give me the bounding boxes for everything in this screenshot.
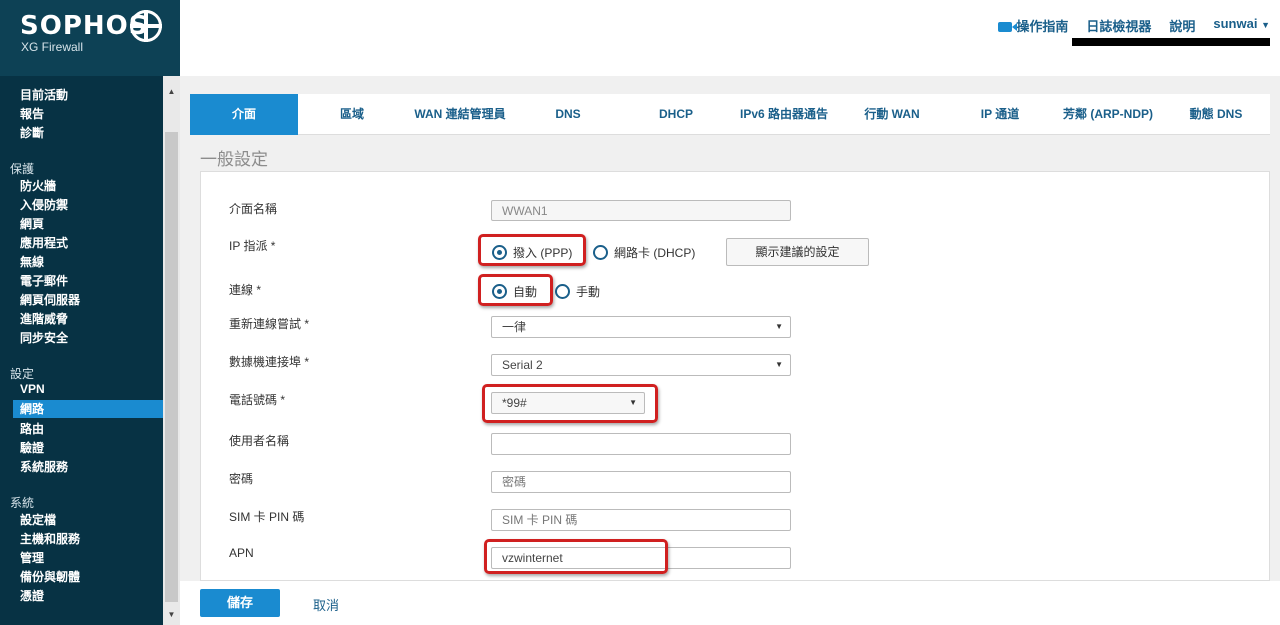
reconnect-select[interactable]: 一律 — [491, 316, 791, 338]
sidebar-item-synchronized-security[interactable]: 同步安全 — [20, 329, 68, 346]
ip-assignment-label: IP 指派 * — [229, 239, 276, 253]
password-label: 密碼 — [229, 472, 254, 486]
help-link[interactable]: 說明 — [1169, 16, 1195, 35]
tab-dns[interactable]: DNS — [514, 94, 622, 135]
sidebar-item-email[interactable]: 電子郵件 — [20, 272, 68, 289]
show-suggested-settings-button[interactable]: 顯示建議的設定 — [726, 238, 869, 266]
tab-ip-tunnels[interactable]: IP 通道 — [946, 94, 1054, 135]
footer-bar — [180, 581, 1280, 625]
tab-wan-link-manager[interactable]: WAN 連結管理員 — [406, 94, 514, 135]
sidebar-item-backup-firmware[interactable]: 備份與韌體 — [20, 568, 80, 585]
tab-ipv6-router-advertisement[interactable]: IPv6 路由器通告 — [730, 94, 838, 135]
phone-number-label: 電話號碼 * — [229, 393, 286, 407]
tab-zones[interactable]: 區域 — [298, 94, 406, 135]
cancel-button[interactable]: 取消 — [313, 595, 339, 614]
sidebar-group-configure: 設定 — [10, 367, 35, 381]
sidebar-nav: 目前活動 報告 診斷 保護 防火牆 入侵防禦 網頁 應用程式 無線 電子郵件 網… — [0, 76, 163, 625]
interface-name-label: 介面名稱 — [229, 202, 278, 216]
sim-pin-field[interactable]: SIM 卡 PIN 碼 — [491, 509, 791, 531]
password-field[interactable]: 密碼 — [491, 471, 791, 493]
scrollbar-thumb[interactable] — [165, 132, 178, 602]
connection-manual-radio[interactable]: 手動 — [555, 283, 600, 300]
modem-port-label: 數據機連接埠 * — [229, 355, 310, 369]
apn-label: APN — [229, 546, 254, 560]
sidebar-item-administration[interactable]: 管理 — [20, 549, 44, 566]
sidebar-item-authentication[interactable]: 驗證 — [20, 439, 44, 456]
highlight-apn — [484, 539, 668, 574]
sidebar-item-profiles[interactable]: 設定檔 — [20, 511, 56, 528]
interface-name-field: WWAN1 — [491, 200, 791, 221]
user-menu[interactable]: sunwai ▼ — [1213, 16, 1270, 35]
video-camera-icon — [998, 22, 1018, 32]
sidebar-item-applications[interactable]: 應用程式 — [20, 234, 68, 251]
sidebar-item-wireless[interactable]: 無線 — [20, 253, 44, 270]
save-button[interactable]: 儲存 — [200, 589, 280, 617]
connection-label: 連線 * — [229, 283, 262, 297]
tab-cellular-wan[interactable]: 行動 WAN — [838, 94, 946, 135]
sidebar-item-certificates[interactable]: 憑證 — [20, 587, 44, 604]
globe-icon — [130, 10, 162, 42]
username-field[interactable] — [491, 433, 791, 455]
sim-pin-label: SIM 卡 PIN 碼 — [229, 510, 305, 524]
tab-dhcp[interactable]: DHCP — [622, 94, 730, 135]
sidebar-item-web[interactable]: 網頁 — [20, 215, 44, 232]
highlight-ppp — [478, 234, 586, 266]
how-to-guide-link[interactable]: 操作指南 — [998, 16, 1068, 35]
sidebar-group-system: 系統 — [10, 496, 35, 510]
sidebar-item-ips[interactable]: 入侵防禦 — [20, 196, 68, 213]
scroll-up-icon[interactable]: ▲ — [163, 84, 180, 100]
highlight-phone — [482, 384, 658, 423]
sidebar-item-routing[interactable]: 路由 — [20, 420, 44, 437]
ip-assignment-dhcp-radio[interactable]: 網路卡 (DHCP) — [593, 244, 695, 261]
sidebar-item-firewall[interactable]: 防火牆 — [20, 177, 56, 194]
redaction-bar — [1072, 38, 1270, 46]
tab-dynamic-dns[interactable]: 動態 DNS — [1162, 94, 1270, 135]
username-label: 使用者名稱 — [229, 434, 290, 448]
radio-unselected-icon — [593, 245, 608, 260]
sidebar-item-hosts-services[interactable]: 主機和服務 — [20, 530, 80, 547]
tab-interfaces[interactable]: 介面 — [190, 94, 298, 135]
sidebar-item-current-activity[interactable]: 目前活動 — [20, 86, 68, 103]
section-title: 一般設定 — [200, 150, 268, 169]
scroll-down-icon[interactable]: ▼ — [163, 607, 180, 623]
caret-down-icon: ▼ — [1261, 20, 1270, 30]
modem-port-select[interactable]: Serial 2 — [491, 354, 791, 376]
brand-header: SOPHOS XG Firewall — [0, 0, 180, 76]
radio-unselected-icon — [555, 284, 570, 299]
top-bar: 操作指南 日誌檢視器 說明 sunwai ▼ — [180, 0, 1280, 76]
sidebar-item-diagnostics[interactable]: 診斷 — [20, 124, 44, 141]
sidebar-item-network[interactable]: 網路 — [13, 400, 163, 418]
product-name: XG Firewall — [21, 40, 84, 54]
log-viewer-link[interactable]: 日誌檢視器 — [1086, 16, 1151, 35]
highlight-auto — [478, 274, 553, 306]
sidebar: SOPHOS XG Firewall 目前活動 報告 診斷 保護 防火牆 入侵防… — [0, 0, 180, 625]
sidebar-item-vpn[interactable]: VPN — [20, 382, 45, 396]
reconnect-label: 重新連線嘗試 * — [229, 317, 310, 331]
network-tabs: 介面 區域 WAN 連結管理員 DNS DHCP IPv6 路由器通告 行動 W… — [190, 94, 1270, 135]
sidebar-item-reports[interactable]: 報告 — [20, 105, 44, 122]
sidebar-group-protect: 保護 — [10, 162, 35, 176]
tab-neighbors[interactable]: 芳鄰 (ARP-NDP) — [1054, 94, 1162, 135]
sidebar-item-advanced-threat[interactable]: 進階威脅 — [20, 310, 68, 327]
sidebar-scrollbar[interactable]: ▲ ▼ — [163, 76, 180, 625]
sidebar-item-system-services[interactable]: 系統服務 — [20, 458, 68, 475]
sidebar-item-web-server[interactable]: 網頁伺服器 — [20, 291, 80, 308]
